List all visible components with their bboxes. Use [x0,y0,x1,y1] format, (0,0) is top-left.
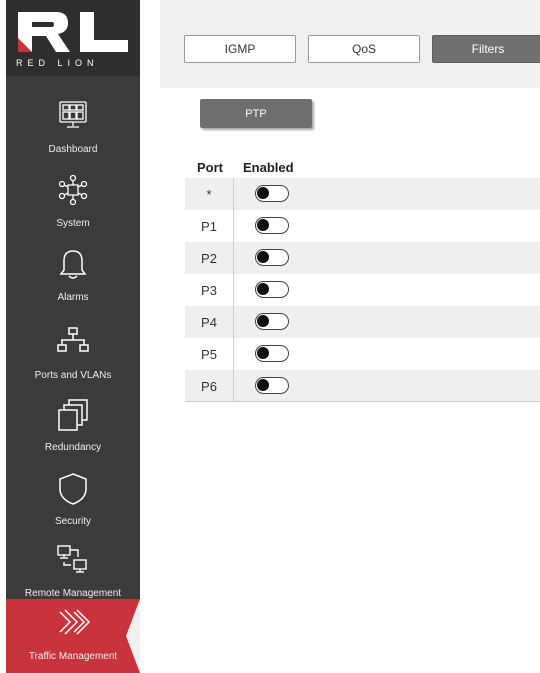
nav-label-system: System [56,218,90,229]
nav-label-traffic-management: Traffic Management [28,651,118,662]
table-row: P1 [185,210,540,242]
main-content: PTP Port Enabled * P1 P2 P3 P4 P5 P6 [160,88,540,673]
table-row: P3 [185,274,540,306]
enabled-toggle[interactable] [255,345,289,362]
enabled-toggle[interactable] [255,281,289,298]
toggle-knob [257,187,269,199]
enabled-toggle[interactable] [255,313,289,330]
toggle-knob [257,283,269,295]
toggle-knob [257,347,269,359]
table-row: P4 [185,306,540,338]
enabled-toggle[interactable] [255,185,289,202]
nav-label-alarms: Alarms [57,292,89,303]
nav-label-redundancy: Redundancy [44,442,102,453]
nav-label-security: Security [54,516,92,527]
tab-bar: IGMP QoS Filters [160,0,540,88]
nav-label-dashboard: Dashboard [48,144,98,155]
nav-item-alarms[interactable]: Alarms [6,240,140,314]
port-cell: P1 [201,218,217,234]
enabled-toggle[interactable] [255,249,289,266]
column-divider [233,178,234,402]
nav-label-remote-management: Remote Management [24,588,122,599]
table-row: P5 [185,338,540,370]
network-icon [57,327,89,352]
double-chevron-icon [59,609,91,635]
tab-igmp[interactable]: IGMP [184,35,296,63]
bell-icon [59,250,87,279]
port-cell: P5 [201,346,217,362]
toggle-knob [257,379,269,391]
nav-item-redundancy[interactable]: Redundancy [6,390,140,464]
toggle-knob [257,251,269,263]
table-row: P6 [185,370,540,402]
column-header-enabled: Enabled [243,160,294,175]
table-bottom-border [185,401,540,402]
tab-filters[interactable]: Filters [432,35,540,63]
shield-icon [59,473,87,505]
nav-item-security[interactable]: Security [6,464,140,538]
nav-label-ports-and-vlans: Ports and VLANs [34,370,112,381]
system-icon [58,174,88,206]
port-cell: P3 [201,282,217,298]
port-cell: P4 [201,314,217,330]
table-row: * [185,178,540,210]
toggle-knob [257,219,269,231]
nav-item-system[interactable]: System [6,166,140,240]
nav-item-ports-and-vlans[interactable]: Ports and VLANs [6,318,140,392]
sidebar: RED LION Dashboard System Alarms Ports a… [6,0,140,673]
dashboard-icon [59,101,87,128]
toggle-knob [257,315,269,327]
logo-text: RED LION [16,58,99,68]
enabled-toggle[interactable] [255,377,289,394]
column-header-port: Port [197,160,223,175]
table-row: P2 [185,242,540,274]
tab-qos[interactable]: QoS [308,35,420,63]
port-cell: * [206,186,212,202]
red-lion-logo-icon [18,12,128,52]
subtab-ptp[interactable]: PTP [200,99,312,128]
port-cell: P2 [201,250,217,266]
nav-item-traffic-management[interactable]: Traffic Management [6,599,140,673]
nav-item-dashboard[interactable]: Dashboard [6,92,140,166]
remote-computers-icon [57,545,87,573]
port-cell: P6 [201,378,217,394]
stacked-windows-icon [58,399,88,431]
enabled-toggle[interactable] [255,217,289,234]
brand-logo: RED LION [6,0,140,76]
